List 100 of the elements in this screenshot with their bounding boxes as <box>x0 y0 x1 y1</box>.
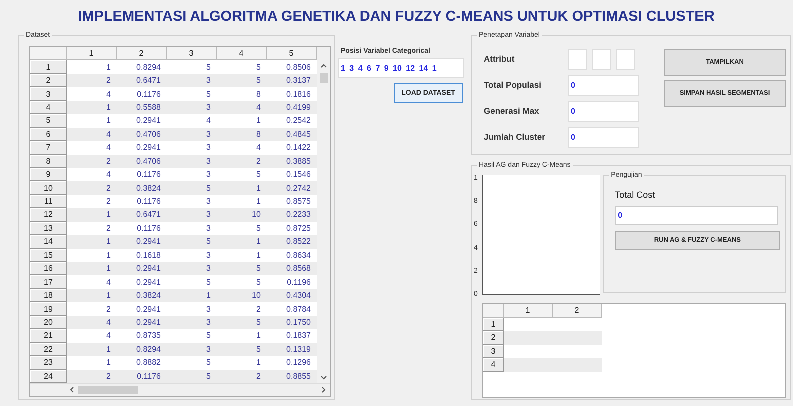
row-header[interactable]: 24 <box>30 370 67 383</box>
row-header[interactable]: 5 <box>30 114 67 128</box>
table-cell: 1 <box>167 288 217 302</box>
row-header[interactable]: 4 <box>30 100 67 114</box>
table-cell: 0.4199 <box>267 100 317 114</box>
row-header[interactable]: 1 <box>30 60 67 74</box>
table-cell: 5 <box>167 235 217 249</box>
data-table[interactable] <box>29 46 331 397</box>
row-header[interactable]: 14 <box>30 235 67 249</box>
scroll-thumb[interactable] <box>78 386 138 394</box>
row-header[interactable]: 22 <box>30 342 67 356</box>
table-cell: 1 <box>67 235 117 249</box>
row-header[interactable]: 16 <box>30 262 67 276</box>
table-cell: 5 <box>217 316 267 330</box>
vertical-scrollbar[interactable] <box>317 47 330 383</box>
table-cell: 0.8568 <box>267 262 317 276</box>
input-field[interactable]: 0 <box>568 74 639 96</box>
table-cell: 8 <box>217 128 267 142</box>
column-header[interactable]: 2 <box>553 304 602 318</box>
row-header[interactable]: 17 <box>30 275 67 289</box>
column-header[interactable]: 1 <box>504 304 553 318</box>
header-corner <box>30 47 67 60</box>
input-field[interactable]: 0 <box>568 126 639 148</box>
scroll-down-icon[interactable] <box>320 376 326 380</box>
table-cell: 4 <box>217 100 267 114</box>
table-cell: 5 <box>167 370 217 383</box>
row-header[interactable]: 8 <box>30 154 67 168</box>
column-header[interactable]: 3 <box>167 47 217 60</box>
table-cell: 1 <box>67 100 117 114</box>
table-cell: 3 <box>167 128 217 142</box>
table-cell: 4 <box>67 316 117 330</box>
table-cell: 0.8294 <box>117 342 167 356</box>
table-cell: 2 <box>67 74 117 88</box>
row-header[interactable]: 9 <box>30 168 67 182</box>
row-header[interactable]: 23 <box>30 356 67 370</box>
row-header[interactable]: 10 <box>30 181 67 195</box>
table-cell: 0.8855 <box>267 370 317 383</box>
table-cell: 2 <box>217 370 267 383</box>
result-table[interactable]: 1 2 1 2 3 4 <box>482 303 786 398</box>
input-field[interactable] <box>592 48 611 70</box>
table-cell <box>504 331 553 344</box>
row-header[interactable]: 13 <box>30 222 67 236</box>
horizontal-scrollbar[interactable] <box>30 382 330 396</box>
table-cell: 3 <box>167 154 217 168</box>
table-cell <box>504 358 553 372</box>
table-cell: 0.2233 <box>267 208 317 222</box>
scroll-left-icon[interactable] <box>70 386 74 393</box>
row-header[interactable]: 20 <box>30 316 67 330</box>
column-header[interactable]: 5 <box>267 47 317 60</box>
table-cell: 1 <box>67 208 117 222</box>
column-header[interactable]: 1 <box>67 47 117 60</box>
table-cell: 5 <box>217 262 267 276</box>
table-cell: 0.1750 <box>267 316 317 330</box>
row-header[interactable]: 12 <box>30 208 67 222</box>
input-field[interactable] <box>616 48 635 70</box>
row-header[interactable]: 11 <box>30 194 67 208</box>
table-cell: 0.2941 <box>117 262 167 276</box>
row-header[interactable]: 3 <box>30 87 67 101</box>
table-cell: 10 <box>217 208 267 222</box>
input-field[interactable]: 0 <box>568 100 639 122</box>
table-cell: 0.2941 <box>117 235 167 249</box>
scroll-thumb[interactable] <box>320 73 328 83</box>
table-cell: 0.2941 <box>117 316 167 330</box>
row-header[interactable]: 1 <box>483 318 504 331</box>
table-cell: 0.3137 <box>267 74 317 88</box>
table-cell: 3 <box>167 342 217 356</box>
table-cell: 2 <box>67 154 117 168</box>
field-label: Total Populasi <box>484 80 542 90</box>
column-header[interactable]: 4 <box>217 47 267 60</box>
table-cell: 1 <box>217 181 267 195</box>
table-cell: 2 <box>67 370 117 383</box>
table-cell: 0.3824 <box>117 288 167 302</box>
row-header[interactable]: 4 <box>483 358 504 372</box>
scroll-up-icon[interactable] <box>320 64 326 68</box>
column-header[interactable]: 2 <box>117 47 167 60</box>
table-cell: 0.6471 <box>117 74 167 88</box>
row-header[interactable]: 18 <box>30 288 67 302</box>
scroll-right-icon[interactable] <box>322 386 326 393</box>
field-label: Attribut <box>484 54 516 64</box>
total-cost-field[interactable]: 0 <box>615 206 778 225</box>
app-title: IMPLEMENTASI ALGORITMA GENETIKA DAN FUZZY C-MEANS UNTUK OPTIMASI CLUSTER <box>77 8 716 27</box>
table-cell: 0.3885 <box>267 154 317 168</box>
row-header[interactable]: 2 <box>483 331 504 344</box>
table-cell: 3 <box>167 100 217 114</box>
row-header[interactable]: 15 <box>30 248 67 262</box>
row-header[interactable]: 19 <box>30 302 67 316</box>
table-cell: 1 <box>67 288 117 302</box>
categorical-field[interactable]: 1 3 4 6 7 9 10 12 14 1 <box>338 58 464 78</box>
table-cell: 3 <box>167 262 217 276</box>
input-field[interactable] <box>568 48 587 70</box>
table-cell: 0.4304 <box>267 288 317 302</box>
row-header[interactable]: 7 <box>30 141 67 154</box>
table-cell: 5 <box>217 74 267 88</box>
row-header[interactable]: 6 <box>30 128 67 142</box>
row-header[interactable]: 3 <box>483 344 504 358</box>
table-cell: 0.8522 <box>267 235 317 249</box>
row-header[interactable]: 21 <box>30 329 67 343</box>
table-cell: 0.4845 <box>267 128 317 142</box>
field-label: Generasi Max <box>484 106 540 116</box>
row-header[interactable]: 2 <box>30 74 67 88</box>
